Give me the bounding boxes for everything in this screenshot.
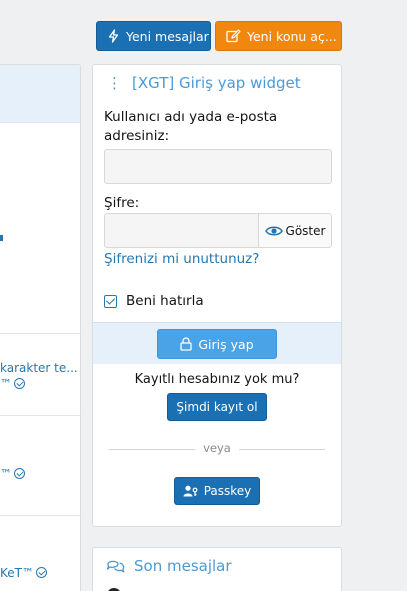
- user-key-icon: [183, 485, 198, 497]
- latest-messages-title: Son mesajlar: [106, 557, 232, 575]
- password-field-group: Göster: [104, 213, 332, 248]
- checkbox-checked-icon[interactable]: [104, 294, 117, 308]
- divider-right: [239, 449, 325, 450]
- new-topic-label: Yeni konu aç...: [247, 28, 337, 44]
- drag-handle-icon[interactable]: ⋮: [107, 74, 122, 92]
- bolt-icon: [108, 29, 119, 43]
- latest-messages-widget: Son mesajlar: [92, 547, 342, 591]
- list-item[interactable]: [0, 333, 81, 334]
- list-item[interactable]: [0, 515, 81, 516]
- list-item-author-name[interactable]: ™: [0, 377, 12, 391]
- list-item-title[interactable]: karakter te...: [0, 361, 78, 375]
- login-button-label: Giriş yap: [198, 336, 254, 352]
- no-account-text: Kayıtlı hesabınız yok mu?: [134, 372, 300, 387]
- list-item-author-name[interactable]: KeT™: [0, 566, 34, 580]
- latest-messages-title-text: Son mesajlar: [134, 557, 232, 575]
- register-button[interactable]: Şimdi kayıt ol: [167, 393, 267, 421]
- passkey-button-label: Passkey: [203, 484, 252, 498]
- list-item-author[interactable]: ™: [0, 467, 25, 481]
- eye-icon: [264, 226, 283, 235]
- remember-me-checkbox[interactable]: Beni hatırla: [104, 293, 204, 309]
- comments-icon: [106, 560, 125, 573]
- remember-me-label: Beni hatırla: [126, 293, 204, 309]
- new-topic-button[interactable]: Yeni konu aç...: [215, 21, 342, 51]
- verified-icon: [14, 468, 25, 479]
- list-marker: [0, 235, 3, 241]
- forgot-password-link[interactable]: Şifrenizi mi unuttunuz?: [104, 251, 259, 267]
- show-password-label: Göster: [285, 223, 326, 238]
- list-item-author[interactable]: KeT™: [0, 566, 47, 580]
- edit-icon: [226, 29, 241, 43]
- username-input[interactable]: [104, 149, 332, 184]
- or-separator-text: veya: [203, 441, 231, 455]
- list-item[interactable]: [0, 415, 81, 416]
- thread-list-header: [0, 65, 80, 123]
- new-messages-button[interactable]: Yeni mesajlar: [96, 21, 211, 51]
- verified-icon: [14, 378, 25, 389]
- password-input[interactable]: [104, 213, 259, 248]
- list-item-author[interactable]: ™: [0, 377, 25, 391]
- username-label: Kullanıcı adı yada e-posta adresiniz:: [104, 109, 278, 144]
- login-widget-title: ⋮ [XGT] Giriş yap widget: [107, 74, 301, 92]
- login-button-bar: Giriş yap: [93, 322, 341, 364]
- verified-icon: [35, 567, 47, 578]
- login-button[interactable]: Giriş yap: [157, 329, 277, 359]
- passkey-button[interactable]: Passkey: [174, 477, 260, 505]
- login-widget: ⋮ [XGT] Giriş yap widget Kullanıcı adı y…: [92, 64, 342, 527]
- list-item-author-name[interactable]: ™: [0, 467, 12, 481]
- lock-icon: [180, 337, 193, 351]
- login-widget-title-text: [XGT] Giriş yap widget: [132, 74, 301, 92]
- password-label: Şifre:: [104, 195, 140, 211]
- show-password-button[interactable]: Göster: [258, 213, 332, 248]
- new-messages-label: Yeni mesajlar: [126, 28, 209, 44]
- thread-list-panel: karakter te... ™ ™ KeT™: [0, 64, 81, 591]
